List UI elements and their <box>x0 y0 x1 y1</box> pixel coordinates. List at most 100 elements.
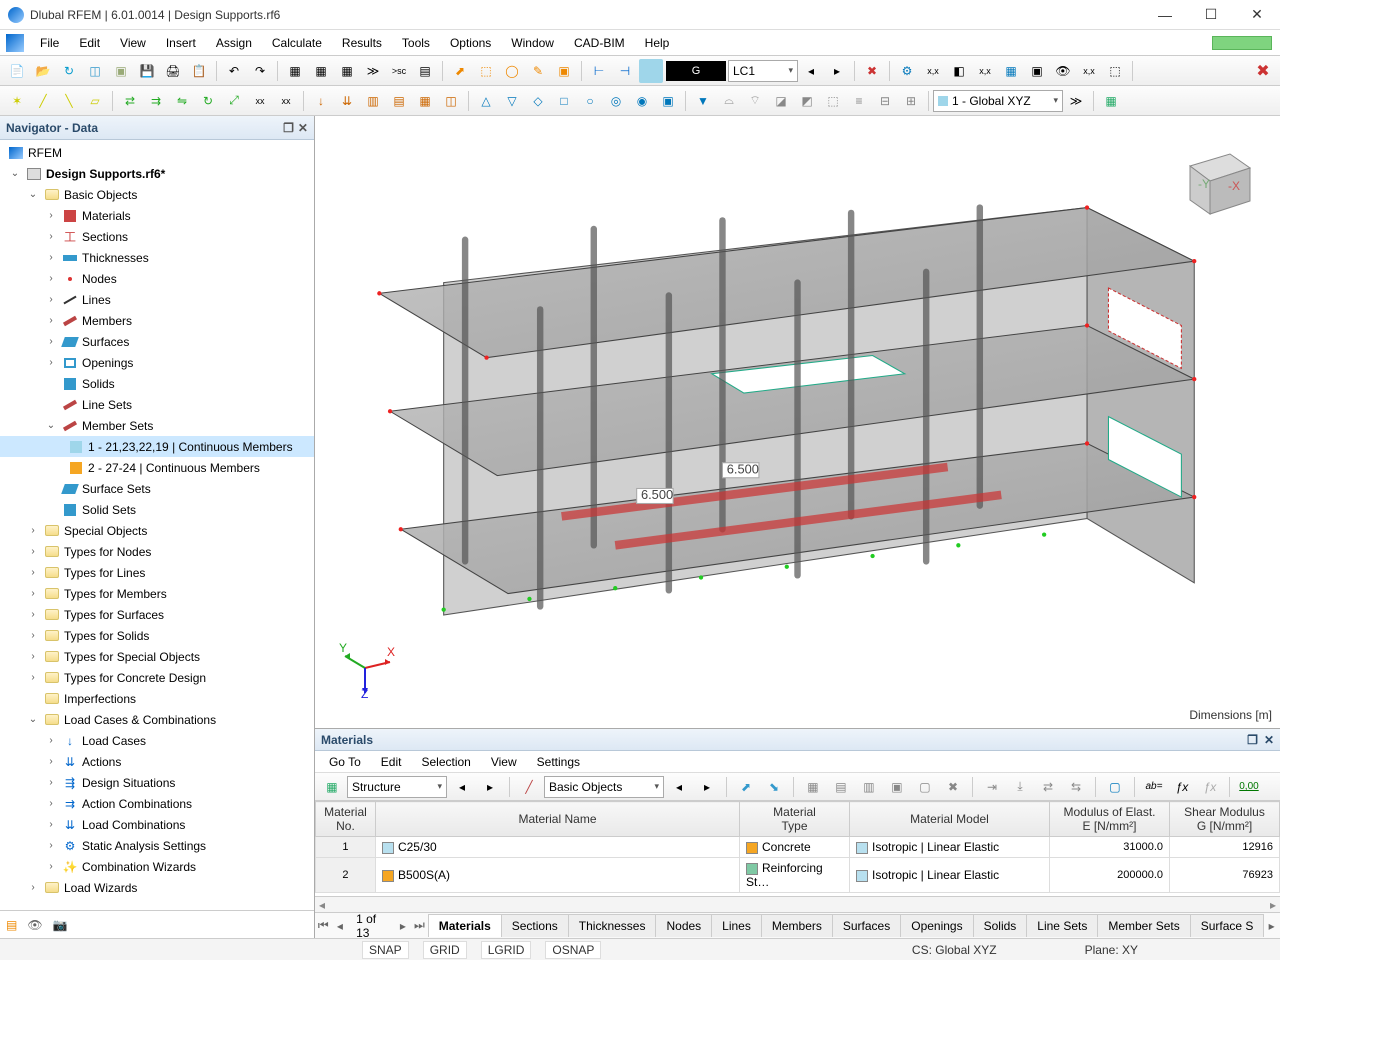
tree-surfaces[interactable]: ›Surfaces <box>0 331 314 352</box>
tab-surfacesets[interactable]: Surface S <box>1190 914 1265 937</box>
lc-type-box[interactable]: G <box>666 61 726 81</box>
sup5-icon[interactable]: ○ <box>578 89 602 113</box>
mat-export1-icon[interactable]: ⇥ <box>980 775 1004 799</box>
materials-grid[interactable]: Material No. Material Name Material Type… <box>315 801 1280 896</box>
mat-export3-icon[interactable]: ⇄ <box>1036 775 1060 799</box>
undock-icon[interactable]: ❐ <box>1247 733 1258 747</box>
menu-cadbim[interactable]: CAD-BIM <box>564 32 635 54</box>
view-grid-icon[interactable]: ▦ <box>999 59 1023 83</box>
menu-file[interactable]: File <box>30 32 69 54</box>
ext1-tool-icon[interactable]: xx <box>248 89 272 113</box>
materials-hscroll[interactable]: ◂▸ <box>315 896 1280 912</box>
tree-actions[interactable]: ›⇊Actions <box>0 751 314 772</box>
table1-icon[interactable]: ▦ <box>283 59 307 83</box>
mat-fx2-icon[interactable]: ƒx <box>1198 775 1222 799</box>
copy-tool-icon[interactable]: ⇉ <box>144 89 168 113</box>
sup6-icon[interactable]: ◎ <box>604 89 628 113</box>
tree-types-solids[interactable]: ›Types for Solids <box>0 625 314 646</box>
nav-tab-display-icon[interactable]: 👁 <box>27 918 42 932</box>
disp2-icon[interactable]: ⌔ <box>743 89 767 113</box>
tree-memberset-1[interactable]: 1 - 21,23,22,19 | Continuous Members <box>0 436 314 457</box>
close-panel-icon[interactable]: ✕ <box>298 121 308 135</box>
status-grid[interactable]: GRID <box>423 941 467 959</box>
page-last-icon[interactable]: ⏭ <box>411 918 428 933</box>
dim2-icon[interactable]: ⊣ <box>613 59 637 83</box>
load4-icon[interactable]: ▤ <box>387 89 411 113</box>
nav-tab-views-icon[interactable]: 📷 <box>53 918 68 932</box>
tab-members[interactable]: Members <box>761 914 833 937</box>
tree-memberset-2[interactable]: 2 - 27-24 | Continuous Members <box>0 457 314 478</box>
open-file-icon[interactable]: 📂 <box>31 59 55 83</box>
tree-special-objects[interactable]: ›Special Objects <box>0 520 314 541</box>
mat-sel2-icon[interactable]: ⬊ <box>762 775 786 799</box>
tab-membersets[interactable]: Member Sets <box>1097 914 1190 937</box>
sup4-icon[interactable]: □ <box>552 89 576 113</box>
mat-line-icon[interactable]: ╱ <box>517 775 541 799</box>
tab-openings[interactable]: Openings <box>900 914 973 937</box>
nav-tab-data-icon[interactable]: ▤ <box>6 918 17 932</box>
tree-surfacesets[interactable]: Surface Sets <box>0 478 314 499</box>
lc-next-icon[interactable]: ▸ <box>825 59 849 83</box>
menu-edit[interactable]: Edit <box>69 32 110 54</box>
disp8-icon[interactable]: ⊞ <box>899 89 923 113</box>
col-no[interactable]: Material No. <box>315 802 375 837</box>
col-e[interactable]: Modulus of Elast. E [N/mm²] <box>1050 802 1170 837</box>
refresh-icon[interactable]: ↻ <box>57 59 81 83</box>
menu-view[interactable]: View <box>110 32 156 54</box>
tree-basic-objects[interactable]: ⌄Basic Objects <box>0 184 314 205</box>
mat-next2-icon[interactable]: ▸ <box>695 775 719 799</box>
tree-lines[interactable]: ›Lines <box>0 289 314 310</box>
menu-window[interactable]: Window <box>501 32 564 54</box>
load1-icon[interactable]: ↓ <box>309 89 333 113</box>
tree-solidsets[interactable]: Solid Sets <box>0 499 314 520</box>
tab-materials[interactable]: Materials <box>428 914 502 937</box>
page-next-icon[interactable]: ▸ <box>395 919 412 933</box>
mat-export2-icon[interactable]: ⤓ <box>1008 775 1032 799</box>
sup8-icon[interactable]: ▣ <box>656 89 680 113</box>
menu-insert[interactable]: Insert <box>156 32 206 54</box>
sup3-icon[interactable]: ◇ <box>526 89 550 113</box>
print-icon[interactable]: 🖨 <box>161 59 185 83</box>
load3-icon[interactable]: ▥ <box>361 89 385 113</box>
menu-results[interactable]: Results <box>332 32 392 54</box>
tree-types-nodes[interactable]: ›Types for Nodes <box>0 541 314 562</box>
filter-icon[interactable]: ▼ <box>691 89 715 113</box>
disp5-icon[interactable]: ⬚ <box>821 89 845 113</box>
menu-assign[interactable]: Assign <box>206 32 262 54</box>
tree-members[interactable]: ›Members <box>0 310 314 331</box>
disp7-icon[interactable]: ⊟ <box>873 89 897 113</box>
mat-menu-view[interactable]: View <box>481 753 527 771</box>
disp4-icon[interactable]: ◩ <box>795 89 819 113</box>
loadcase-combo[interactable]: LC1 <box>728 60 798 82</box>
coord-system-combo[interactable]: 1 - Global XYZ <box>933 90 1063 112</box>
view-tool4-icon[interactable]: x,x <box>973 59 997 83</box>
mat-export4-icon[interactable]: ⇆ <box>1064 775 1088 799</box>
tree-root[interactable]: RFEM <box>0 142 314 163</box>
tree-solids[interactable]: Solids <box>0 373 314 394</box>
mat-menu-selection[interactable]: Selection <box>411 753 480 771</box>
block-icon[interactable]: ◫ <box>83 59 107 83</box>
sup1-icon[interactable]: △ <box>474 89 498 113</box>
table-row[interactable]: 1 C25/30 Concrete Isotropic | Linear Ela… <box>315 837 1279 858</box>
undock-icon[interactable]: ❐ <box>283 121 294 135</box>
page-prev-icon[interactable]: ◂ <box>332 919 349 933</box>
select-all-icon[interactable]: ▣ <box>552 59 576 83</box>
mat-grid2-icon[interactable]: ▤ <box>829 775 853 799</box>
color-swatch-icon[interactable] <box>639 59 663 83</box>
node-tool-icon[interactable]: ✶ <box>5 89 29 113</box>
navigator-tree[interactable]: RFEM ⌄Design Supports.rf6* ⌄Basic Object… <box>0 140 314 910</box>
tree-imperfections[interactable]: Imperfections <box>0 688 314 709</box>
maximize-button[interactable]: ☐ <box>1188 0 1234 30</box>
script-icon[interactable]: >sc <box>387 59 411 83</box>
mat-menu-settings[interactable]: Settings <box>527 753 590 771</box>
goto-icon[interactable]: ≫ <box>361 59 385 83</box>
tree-load-comb[interactable]: ›⇊Load Combinations <box>0 814 314 835</box>
tree-types-special[interactable]: ›Types for Special Objects <box>0 646 314 667</box>
surface-tool-icon[interactable]: ▱ <box>83 89 107 113</box>
load6-icon[interactable]: ◫ <box>439 89 463 113</box>
tree-types-members[interactable]: ›Types for Members <box>0 583 314 604</box>
move-tool-icon[interactable]: ⇄ <box>118 89 142 113</box>
view-tool1-icon[interactable]: ⚙ <box>895 59 919 83</box>
view-tool6-icon[interactable]: ▣ <box>1025 59 1049 83</box>
disp3-icon[interactable]: ◪ <box>769 89 793 113</box>
